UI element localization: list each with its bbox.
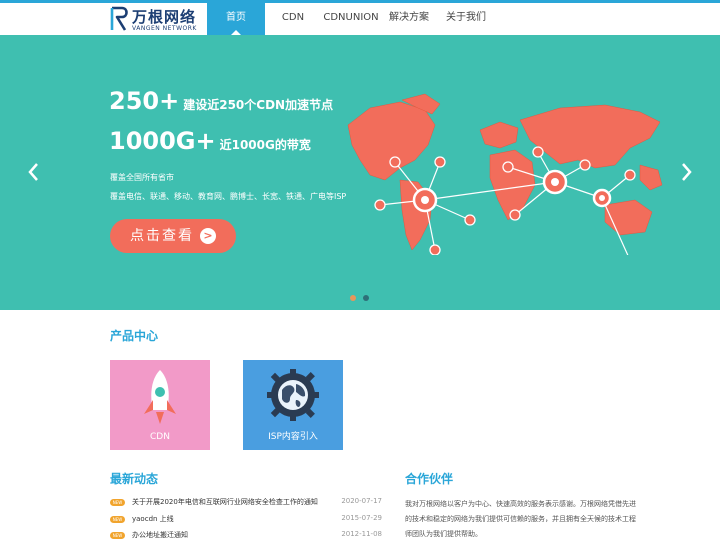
news-item-date: 2020-07-17 bbox=[341, 497, 382, 505]
news-item-title: 办公地址搬迁通知 bbox=[132, 531, 188, 539]
news-list: NEW 关于开展2020年电信和互联网行业网络安全检查工作的通知 2020-07… bbox=[110, 497, 382, 547]
product-label-cdn: CDN bbox=[150, 432, 170, 442]
coverage-line-2: 覆盖电信、联通、移动、教育网、鹏博士、长宽、铁通、广电等ISP bbox=[110, 192, 347, 201]
site-header: 万根网络 VANGEN NETWORK 首页 CDN CDNUNION 解决方案… bbox=[0, 3, 720, 35]
main-nav: 首页 CDN CDNUNION 解决方案 关于我们 bbox=[207, 3, 495, 35]
news-title: 最新动态 bbox=[110, 472, 159, 486]
rocket-icon bbox=[144, 370, 176, 424]
partners-text: 我对万根网络以客户为中心、快速高效的服务表示感谢。万根网络凭借先进的技术和稳定的… bbox=[405, 500, 636, 538]
nav-cdn[interactable]: CDN bbox=[265, 3, 321, 35]
product-card-isp[interactable]: ISP内容引入 bbox=[243, 360, 343, 450]
chevron-left-icon[interactable] bbox=[24, 160, 44, 184]
new-badge: NEW bbox=[110, 515, 125, 523]
nav-cdnunion[interactable]: CDNUNION bbox=[321, 3, 381, 35]
slide-dots bbox=[350, 295, 369, 301]
news-item-title: 关于开展2020年电信和互联网行业网络安全检查工作的通知 bbox=[132, 498, 318, 506]
hero-banner: 250+ 建设近250个CDN加速节点 1000G+ 近1000G的带宽 覆盖全国所… bbox=[0, 35, 720, 310]
news-item[interactable]: NEW 办公地址搬迁通知 2012-11-08 bbox=[110, 530, 382, 547]
arrow-right-icon: > bbox=[200, 228, 216, 244]
news-item[interactable]: NEW yaocdn 上线 2015-07-29 bbox=[110, 514, 382, 531]
site-logo[interactable]: 万根网络 VANGEN NETWORK bbox=[108, 6, 198, 34]
new-badge: NEW bbox=[110, 499, 125, 506]
stat-bandwidth: 1000G+ 近1000G的带宽 bbox=[109, 127, 311, 155]
partners-title: 合作伙伴 bbox=[405, 472, 454, 486]
new-badge: NEW bbox=[110, 532, 125, 539]
view-more-button[interactable]: 点击查看 > bbox=[110, 219, 236, 253]
coverage-line-1: 覆盖全国所有省市 bbox=[110, 173, 174, 182]
slide-dot-1[interactable] bbox=[350, 295, 356, 301]
chevron-right-icon[interactable] bbox=[676, 160, 696, 184]
product-label-isp: ISP内容引入 bbox=[268, 432, 318, 442]
news-item[interactable]: NEW 关于开展2020年电信和互联网行业网络安全检查工作的通知 2020-07… bbox=[110, 497, 382, 514]
news-item-date: 2015-07-29 bbox=[341, 513, 382, 522]
nav-about[interactable]: 关于我们 bbox=[437, 3, 495, 35]
product-card-cdn[interactable]: CDN bbox=[110, 360, 210, 450]
news-item-title: yaocdn 上线 bbox=[132, 514, 174, 523]
nav-home[interactable]: 首页 bbox=[207, 3, 265, 35]
logo-text-en: VANGEN NETWORK bbox=[132, 25, 197, 32]
stat-nodes: 250+ 建设近250个CDN加速节点 bbox=[109, 87, 334, 115]
globe-gear-icon bbox=[267, 369, 319, 421]
slide-dot-2[interactable] bbox=[363, 295, 369, 301]
nav-solutions[interactable]: 解决方案 bbox=[381, 3, 437, 35]
world-network-map bbox=[347, 93, 663, 255]
products-title: 产品中心 bbox=[110, 329, 159, 343]
logo-mark-icon bbox=[110, 6, 128, 31]
logo-text-cn: 万根网络 bbox=[132, 8, 197, 26]
news-item-date: 2012-11-08 bbox=[341, 530, 382, 538]
